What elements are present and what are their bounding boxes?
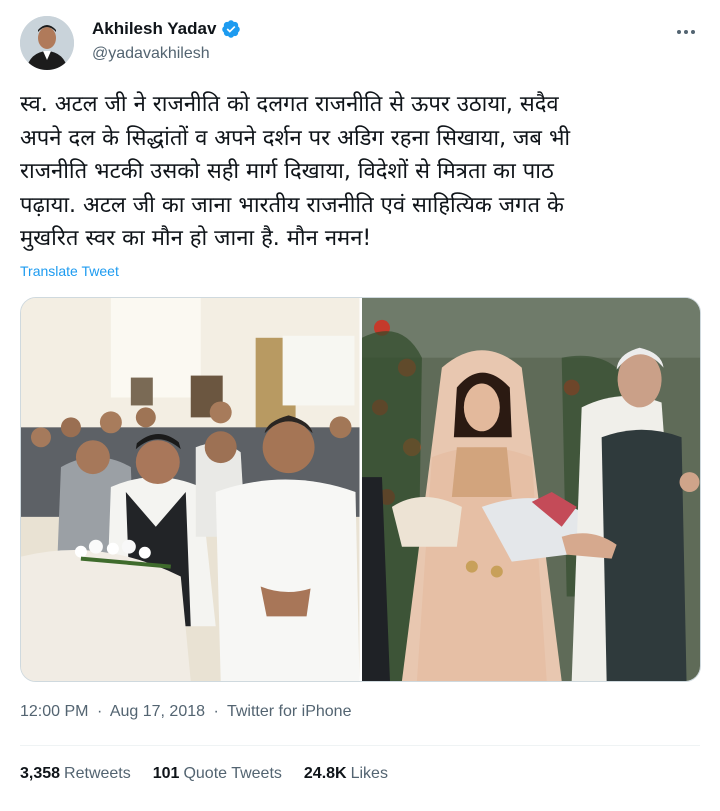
handle[interactable]: @yadavakhilesh xyxy=(92,45,210,63)
photo-1[interactable] xyxy=(21,298,360,681)
tweet-header: Akhilesh Yadav @yadavakhilesh xyxy=(20,14,700,74)
divider xyxy=(20,745,700,746)
display-name[interactable]: Akhilesh Yadav xyxy=(92,19,216,39)
likes-stat[interactable]: 24.8K Likes xyxy=(304,765,388,783)
tweet-time[interactable]: 12:00 PM xyxy=(20,703,88,720)
photo-1-image xyxy=(21,298,360,681)
name-row: Akhilesh Yadav xyxy=(92,19,241,39)
media-grid xyxy=(20,297,701,682)
retweets-count: 3,358 xyxy=(20,765,61,782)
quote-tweets-label: Quote Tweets xyxy=(183,765,282,782)
tweet-text: स्व. अटल जी ने राजनीति को दलगत राजनीति स… xyxy=(20,92,571,251)
meta-separator: · xyxy=(213,703,219,720)
retweets-label: Retweets xyxy=(64,765,131,782)
likes-label: Likes xyxy=(350,765,388,782)
likes-count: 24.8K xyxy=(303,765,347,782)
translate-tweet-link[interactable]: Translate Tweet xyxy=(20,263,119,279)
photo-2[interactable] xyxy=(361,298,700,681)
photo-2-image xyxy=(361,298,700,681)
tweet-meta: 12:00 PM · Aug 17, 2018 · Twitter for iP… xyxy=(20,703,351,721)
tweet-stats: 3,358 Retweets 101 Quote Tweets 24.8K Likes xyxy=(20,765,388,783)
meta-separator: · xyxy=(96,703,103,720)
retweets-stat[interactable]: 3,358 Retweets xyxy=(20,765,131,783)
avatar[interactable] xyxy=(20,16,74,70)
tweet-date[interactable]: Aug 17, 2018 xyxy=(110,703,205,720)
quote-tweets-stat[interactable]: 101 Quote Tweets xyxy=(153,765,282,783)
quote-tweets-count: 101 xyxy=(152,765,180,782)
more-options-icon[interactable] xyxy=(674,22,698,42)
tweet-source[interactable]: Twitter for iPhone xyxy=(227,703,352,720)
verified-badge-icon xyxy=(221,19,241,39)
avatar-image xyxy=(20,16,74,70)
